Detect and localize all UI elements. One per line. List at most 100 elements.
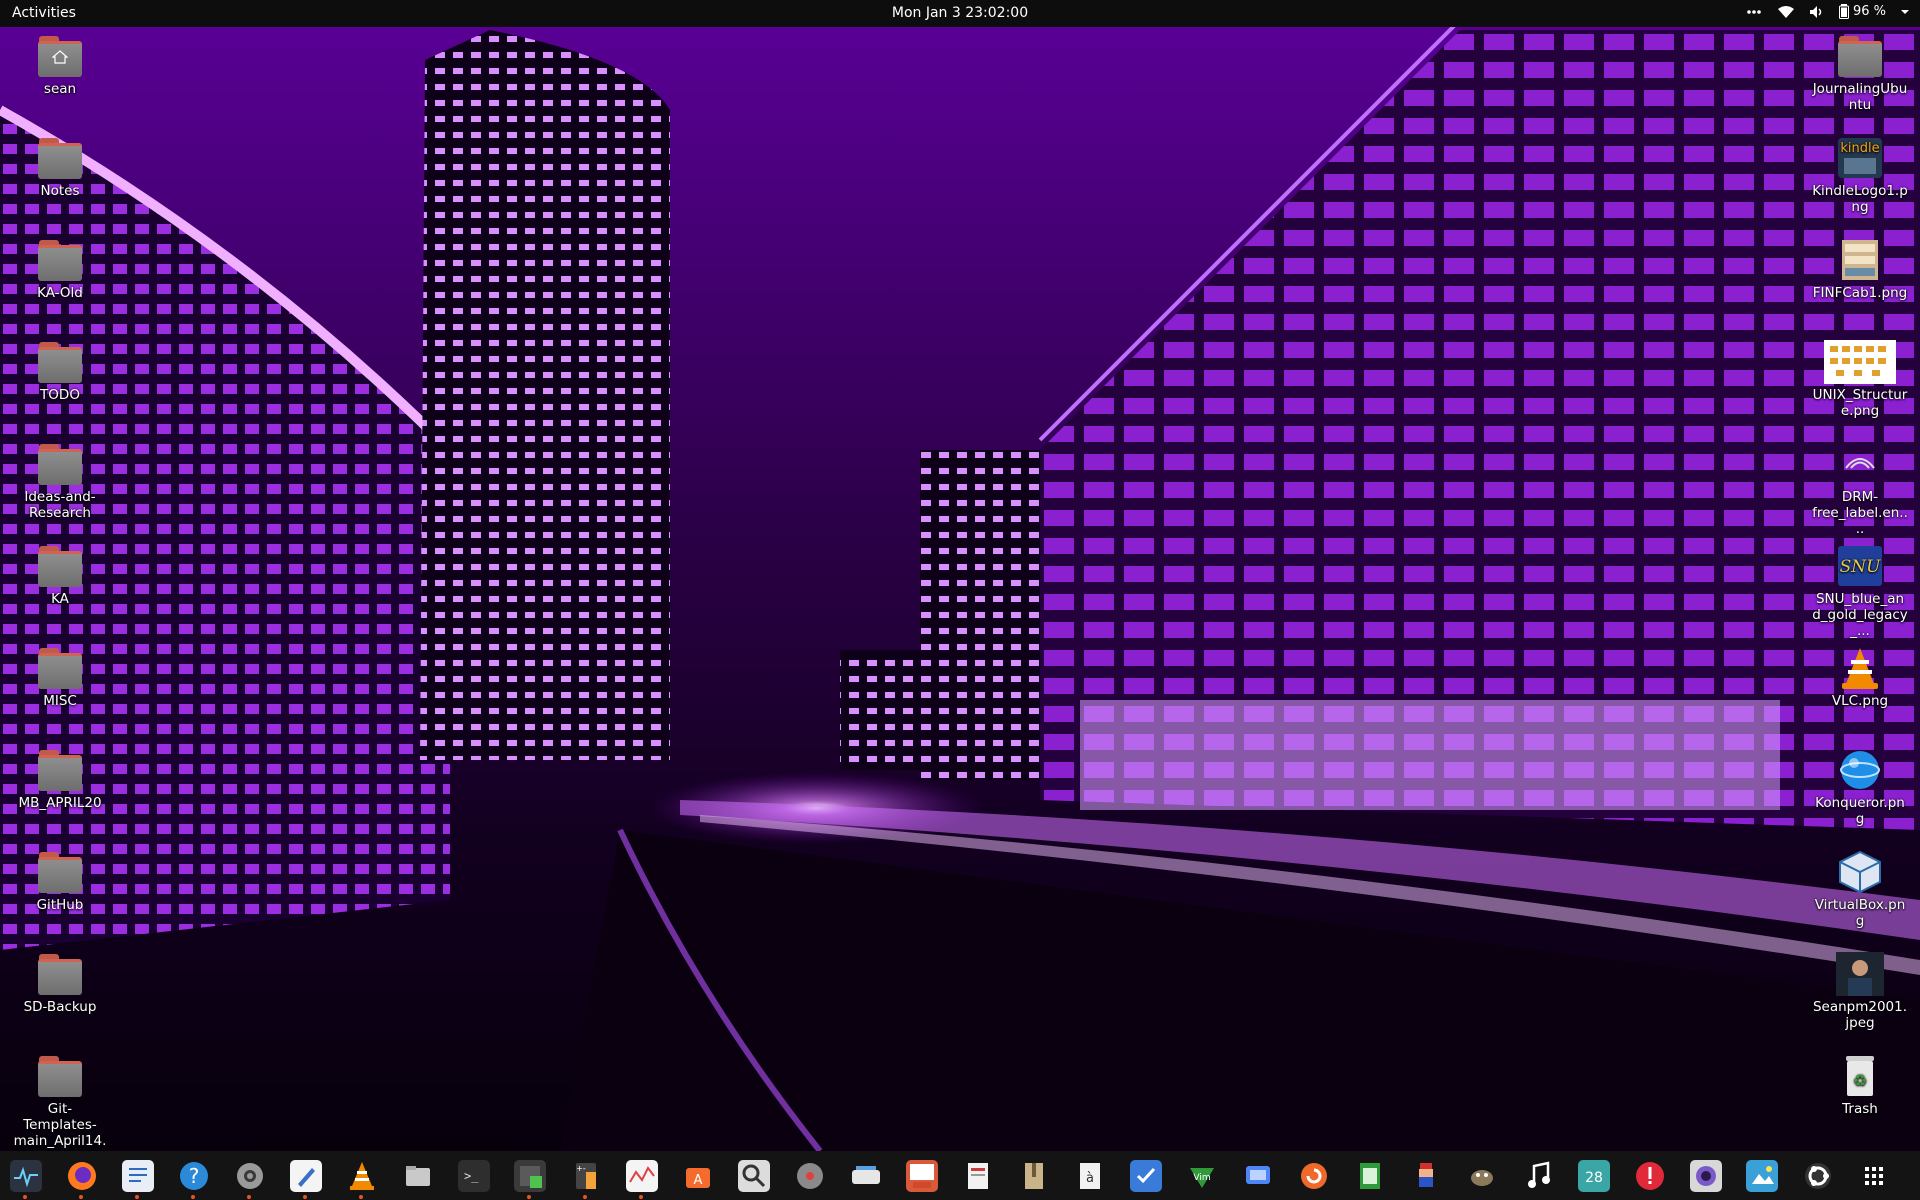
desktop-left-icon-7[interactable]: MB_APRIL20 (12, 748, 108, 811)
trash-icon: ♻ (1836, 1054, 1884, 1098)
desktop-icon-label: UNIX_Structure.png (1812, 387, 1908, 419)
desktop-right-icon-10[interactable]: ♻ Trash (1812, 1054, 1908, 1117)
kindle-logo-icon: kindle (1836, 136, 1884, 180)
svg-text:♻: ♻ (1853, 1071, 1867, 1090)
folder-icon (36, 340, 84, 384)
svg-text:?: ? (189, 1164, 200, 1188)
desktop-right-icon-6[interactable]: VLC.png (1812, 646, 1908, 709)
spreadsheet-icon[interactable] (1352, 1158, 1388, 1194)
document-viewer-icon[interactable] (960, 1158, 996, 1194)
photo-thumbnail-icon (1836, 952, 1884, 996)
chevron-down-icon[interactable] (1900, 7, 1910, 17)
desktop-icon-label: JournalingUbuntu (1812, 81, 1908, 113)
system-monitor-icon[interactable] (8, 1158, 44, 1199)
desktop-left-icon-5[interactable]: KA (12, 544, 108, 607)
svg-text:28: 28 (1585, 1170, 1603, 1186)
calculator-icon[interactable]: +- (568, 1158, 604, 1199)
extension-icon[interactable] (512, 1158, 548, 1199)
screenshot-icon[interactable] (1240, 1158, 1276, 1194)
system-tray[interactable]: 96 % (1745, 4, 1910, 19)
writer-document-icon[interactable] (120, 1158, 156, 1199)
home-folder-icon (36, 34, 84, 78)
battery-percent: 96 % (1852, 4, 1886, 19)
image-viewer-icon[interactable] (1744, 1158, 1780, 1194)
activities-button[interactable]: Activities (12, 5, 76, 21)
gimp-icon[interactable] (1464, 1158, 1500, 1194)
music-note-icon[interactable] (1520, 1158, 1556, 1194)
character-map-icon[interactable]: à (1072, 1158, 1108, 1194)
desktop-left-icon-6[interactable]: MISC (12, 646, 108, 709)
show-apps-grid-icon[interactable] (1856, 1158, 1892, 1194)
desktop-icon-label: Ideas-and-Research (24, 489, 96, 521)
scanner-icon[interactable] (848, 1158, 884, 1194)
folder-icon (36, 748, 84, 792)
filing-cabinet-icon (1836, 238, 1884, 282)
settings-gear-icon[interactable] (232, 1158, 268, 1199)
running-indicator (527, 1195, 531, 1199)
desktop-icon-label: Seanpm2001.jpeg (1812, 999, 1908, 1031)
virtualbox-icon (1836, 850, 1884, 894)
svg-text:>_: >_ (464, 1169, 479, 1183)
vlc-cone-icon (1836, 646, 1884, 690)
desktop-left-icon-9[interactable]: SD-Backup (12, 952, 108, 1015)
running-indicator (359, 1195, 363, 1199)
folder-icon (36, 952, 84, 996)
terminal-icon[interactable]: >_ (456, 1158, 492, 1194)
tasks-checklist-icon[interactable] (1128, 1158, 1164, 1194)
desktop-right-icon-8[interactable]: VirtualBox.png (1812, 850, 1908, 929)
desktop-wallpaper (0, 0, 1920, 1200)
help-icon[interactable]: ? (176, 1158, 212, 1199)
mario-game-icon[interactable] (1408, 1158, 1444, 1194)
desktop-right-icon-4[interactable]: DRM-free_label.en.... (1812, 442, 1908, 537)
dock: ? >_ +- Aà Vim 28 (0, 1151, 1920, 1200)
ubuntu-logo-icon[interactable] (1800, 1158, 1836, 1194)
desktop-left-icon-2[interactable]: KA-Old (12, 238, 108, 301)
running-indicator (79, 1195, 83, 1199)
desktop-left-icon-1[interactable]: Notes (12, 136, 108, 199)
firefox-icon[interactable] (64, 1158, 100, 1199)
desktop-left-icon-0[interactable]: sean (12, 34, 108, 97)
desktop-left-icon-10[interactable]: Git-Templates-main_April14... (12, 1054, 108, 1165)
webcam-icon[interactable] (1688, 1158, 1724, 1194)
desktop-right-icon-7[interactable]: Konqueror.png (1812, 748, 1908, 827)
disk-utility-icon[interactable] (792, 1158, 828, 1194)
running-indicator (23, 1195, 27, 1199)
more-horizontal-icon[interactable] (1745, 5, 1763, 19)
archive-icon[interactable] (1016, 1158, 1052, 1194)
desktop-icon-label: Notes (40, 183, 80, 199)
desktop-icon-label: DRM-free_label.en.... (1812, 489, 1908, 537)
desktop-right-icon-5[interactable]: SNU SNU_blue_and_gold_legacy_... (1812, 544, 1908, 639)
clock-button[interactable]: Mon Jan 3 23:02:00 (892, 5, 1028, 21)
chart-app-icon[interactable] (624, 1158, 660, 1199)
svg-text:Vim: Vim (1193, 1173, 1210, 1183)
text-editor-icon[interactable] (288, 1158, 324, 1199)
folder-icon (36, 442, 84, 486)
desktop-icon-label: SNU_blue_and_gold_legacy_... (1812, 591, 1908, 639)
running-indicator (191, 1195, 195, 1199)
folder-icon (1836, 34, 1884, 78)
desktop-icon-label: MISC (43, 693, 77, 709)
desktop-right-icon-3[interactable]: UNIX_Structure.png (1812, 340, 1908, 419)
vim-icon[interactable]: Vim (1184, 1158, 1220, 1194)
svg-text:kindle: kindle (1840, 141, 1879, 156)
desktop-right-icon-0[interactable]: JournalingUbuntu (1812, 34, 1908, 113)
software-store-icon[interactable]: A (680, 1158, 716, 1194)
desktop-right-icon-9[interactable]: Seanpm2001.jpeg (1812, 952, 1908, 1031)
desktop-right-icon-2[interactable]: FINFCab1.png (1812, 238, 1908, 301)
desktop-icon-label: FINFCab1.png (1812, 285, 1908, 301)
alert-icon[interactable] (1632, 1158, 1668, 1194)
folder-icon (36, 544, 84, 588)
drm-free-icon (1836, 442, 1884, 486)
files-icon[interactable] (400, 1158, 436, 1194)
desktop-left-icon-4[interactable]: Ideas-and-Research (12, 442, 108, 521)
svg-text:+-: +- (576, 1164, 586, 1173)
desktop-right-icon-1[interactable]: kindle KindleLogo1.png (1812, 136, 1908, 215)
update-icon[interactable] (1296, 1158, 1332, 1194)
presentation-icon[interactable] (904, 1158, 940, 1194)
vlc-icon[interactable] (344, 1158, 380, 1199)
desktop-left-icon-3[interactable]: TODO (12, 340, 108, 403)
running-indicator (639, 1195, 643, 1199)
search-magnifier-icon[interactable] (736, 1158, 772, 1194)
desktop-left-icon-8[interactable]: GitHub (12, 850, 108, 913)
calendar-icon[interactable]: 28 (1576, 1158, 1612, 1194)
